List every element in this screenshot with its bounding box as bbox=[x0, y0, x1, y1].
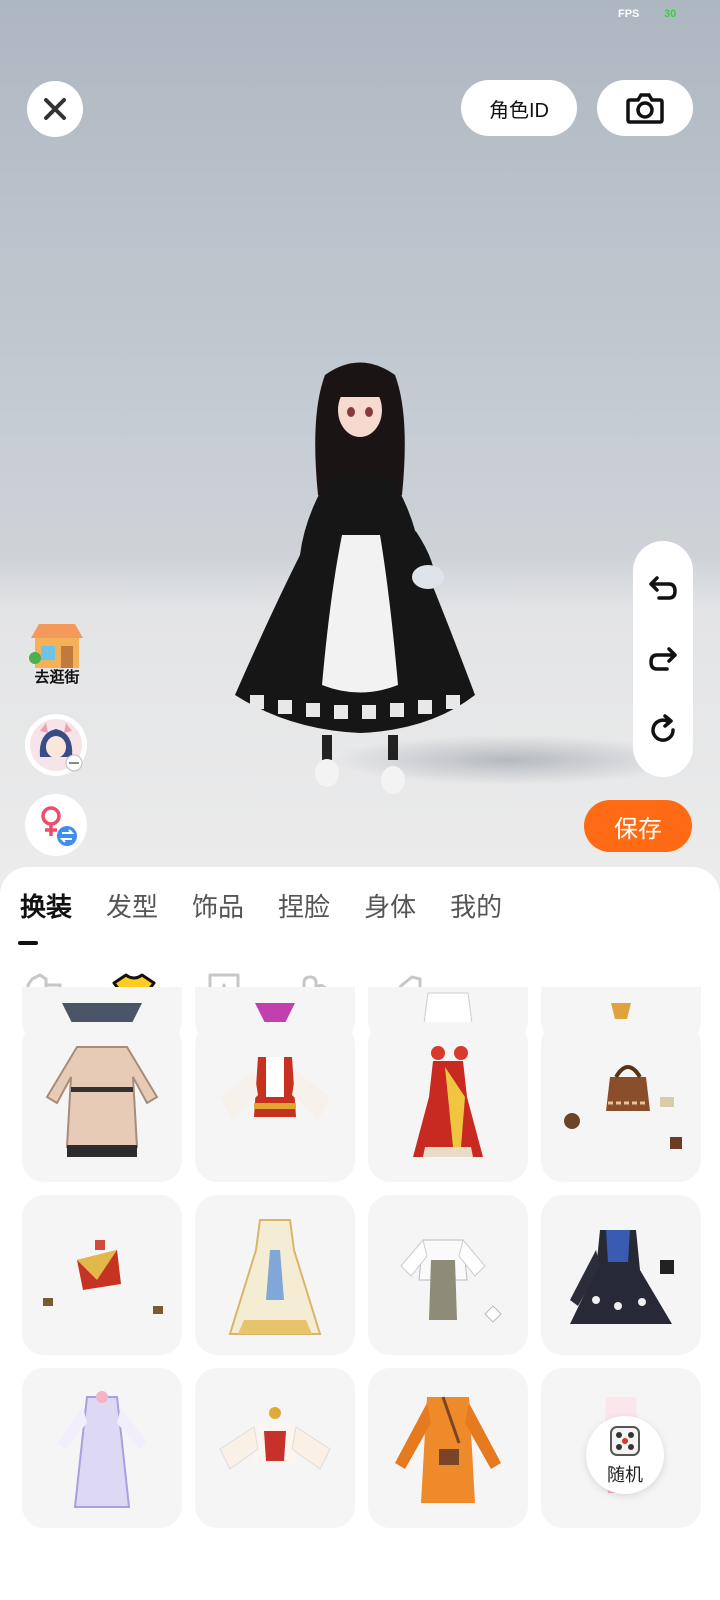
outfit-card[interactable] bbox=[368, 1022, 528, 1182]
outfit-thumb bbox=[62, 1003, 142, 1023]
outfit-card[interactable] bbox=[195, 1195, 355, 1355]
role-id-label: 角色ID bbox=[489, 99, 549, 122]
white-red-top-thumb bbox=[219, 1407, 331, 1470]
outfit-card[interactable] bbox=[195, 1368, 355, 1528]
shop-label: 去逛街 bbox=[34, 669, 80, 686]
avatar-scene: FPS 30 角色ID 去逛街 保存 bbox=[0, 0, 720, 900]
outfit-card[interactable] bbox=[22, 1368, 182, 1528]
random-button[interactable]: 随机 bbox=[586, 1416, 664, 1494]
close-icon bbox=[44, 98, 66, 120]
outfit-card[interactable] bbox=[368, 1368, 528, 1528]
white-gold-gown-thumb bbox=[228, 1219, 322, 1335]
shop-icon bbox=[29, 624, 83, 668]
avatar-icon bbox=[30, 719, 83, 772]
red-white-blouse-thumb bbox=[220, 1057, 330, 1121]
red-gold-dress-thumb bbox=[413, 1046, 483, 1157]
tab-outfit[interactable]: 换装 bbox=[20, 887, 72, 924]
redo-icon[interactable] bbox=[647, 643, 679, 675]
dice-icon bbox=[610, 1426, 640, 1456]
avatar-character[interactable] bbox=[230, 355, 490, 815]
tab-mine[interactable]: 我的 bbox=[450, 887, 502, 924]
lavender-gown-thumb bbox=[57, 1391, 147, 1508]
save-button[interactable]: 保存 bbox=[584, 800, 692, 852]
beige-trench-dress-thumb bbox=[45, 1046, 159, 1157]
fps-label: FPS bbox=[618, 8, 640, 20]
orange-jacket-thumb bbox=[395, 1396, 501, 1503]
camera-button[interactable] bbox=[597, 80, 693, 136]
outfit-thumb bbox=[423, 992, 473, 1023]
tab-indicator bbox=[18, 941, 38, 945]
tab-body[interactable]: 身体 bbox=[364, 887, 416, 924]
outfit-thumb bbox=[255, 1003, 295, 1023]
tab-face[interactable]: 捏脸 bbox=[278, 887, 330, 924]
outfit-thumb bbox=[611, 1003, 631, 1019]
random-label: 随机 bbox=[607, 1465, 643, 1485]
brown-bag-set-thumb bbox=[564, 1065, 682, 1149]
grey-vest-blouse-thumb bbox=[400, 1238, 502, 1323]
outfit-card[interactable] bbox=[22, 1022, 182, 1182]
fps-value: 30 bbox=[664, 8, 677, 20]
outfit-card[interactable] bbox=[541, 1022, 701, 1182]
reset-icon[interactable] bbox=[647, 713, 679, 746]
outfit-card[interactable] bbox=[368, 1195, 528, 1355]
outfit-card[interactable] bbox=[195, 1022, 355, 1182]
camera-icon bbox=[626, 93, 664, 124]
undo-icon[interactable] bbox=[647, 572, 679, 604]
category-tabs: 换装 发型 饰品 捏脸 身体 我的 bbox=[20, 887, 536, 924]
avatar-button[interactable] bbox=[25, 714, 87, 776]
outfit-card[interactable] bbox=[541, 1195, 701, 1355]
black-blue-dress-thumb bbox=[570, 1230, 674, 1324]
role-id-button[interactable]: 角色ID bbox=[461, 80, 577, 136]
close-button[interactable] bbox=[27, 81, 83, 137]
tab-accessories[interactable]: 饰品 bbox=[192, 887, 244, 924]
gender-switch-icon bbox=[41, 806, 77, 846]
gender-switch-button[interactable] bbox=[25, 794, 87, 856]
red-cap-set-thumb bbox=[43, 1240, 163, 1314]
history-panel bbox=[633, 541, 693, 777]
tab-hairstyle[interactable]: 发型 bbox=[106, 887, 158, 924]
outfit-card[interactable] bbox=[22, 1195, 182, 1355]
